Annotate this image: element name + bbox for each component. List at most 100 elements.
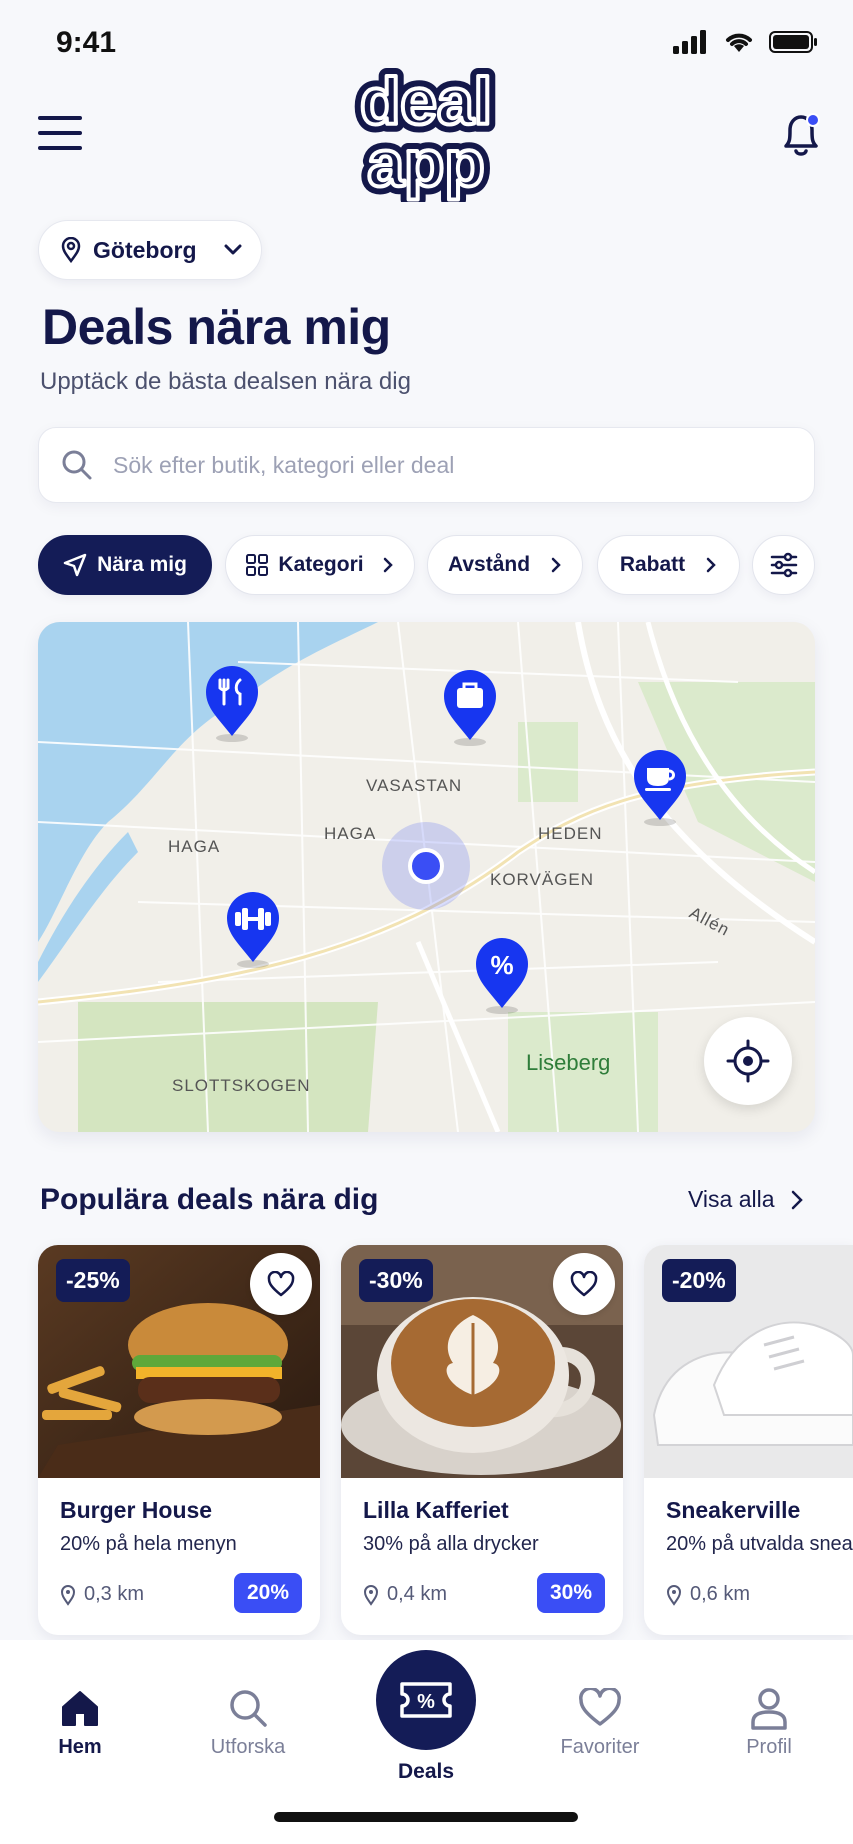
- deal-description: 20% på hela menyn: [60, 1533, 237, 1555]
- tab-profile[interactable]: Profil: [709, 1680, 829, 1759]
- page-subtitle: Upptäck de bästa dealsen nära dig: [40, 368, 411, 395]
- deal-distance: 0,3 km: [60, 1583, 144, 1606]
- locate-me-button[interactable]: [704, 1017, 792, 1105]
- location-pin-icon: [60, 1584, 76, 1606]
- signal-icon: [673, 30, 706, 54]
- discount-badge: -30%: [359, 1259, 433, 1302]
- chevron-right-icon: [551, 557, 561, 573]
- deals-map[interactable]: VASASTAN HAGA HAGA HEDEN KORVÄGEN SLOTTS…: [38, 622, 815, 1132]
- map-label-korvagen: KORVÄGEN: [490, 870, 595, 889]
- deal-description: 30% på alla drycker: [363, 1533, 539, 1555]
- home-indicator: [274, 1812, 578, 1822]
- page-title: Deals nära mig: [42, 299, 391, 355]
- deal-name: Burger House: [60, 1497, 213, 1523]
- filter-category-label: Kategori: [278, 553, 364, 576]
- map-pin-discount[interactable]: %: [472, 936, 532, 1016]
- status-icons: [673, 30, 819, 54]
- deal-distance-value: 0,4 km: [387, 1583, 448, 1605]
- tab-favorites[interactable]: Favoriter: [540, 1680, 660, 1759]
- percent-icon: %: [490, 950, 513, 980]
- discount-badge: -20%: [662, 1259, 736, 1302]
- ticket-percent-icon: %: [400, 1682, 452, 1718]
- tab-deals-label: Deals: [397, 1760, 455, 1783]
- deal-image-coffee: -30%: [341, 1245, 623, 1478]
- location-pin-icon: [666, 1584, 682, 1606]
- deal-app-logo: deal deal app app: [346, 56, 506, 208]
- tab-home-label: Hem: [58, 1736, 102, 1758]
- favorite-button[interactable]: [250, 1253, 312, 1315]
- heart-icon: [267, 1271, 295, 1297]
- map-pin-restaurant[interactable]: [202, 664, 262, 744]
- popular-deals-title: Populära deals nära dig: [40, 1183, 379, 1216]
- location-pin-icon: [61, 237, 81, 263]
- map-pin-gym[interactable]: [223, 890, 283, 970]
- svg-text:app: app: [367, 126, 484, 200]
- chevron-right-icon: [791, 1190, 803, 1209]
- deal-card[interactable]: -30% Lilla Kafferiet 30% på alla drycker…: [341, 1245, 623, 1635]
- map-label-liseberg: Liseberg: [526, 1050, 611, 1075]
- deal-name: Sneakerville: [666, 1497, 801, 1523]
- search-input[interactable]: [113, 451, 773, 479]
- tab-bar: Hem Utforska % Deals Favoriter Profil: [0, 1640, 853, 1844]
- filter-discount[interactable]: Rabatt: [597, 535, 740, 595]
- deal-card[interactable]: -25% Burger House 20% på hela menyn 0,3 …: [38, 1245, 320, 1635]
- navigation-arrow-icon: [63, 553, 87, 577]
- map-label-haga-mid: HAGA: [324, 824, 377, 843]
- search-icon: [62, 450, 92, 480]
- deal-card[interactable]: -20% Sneakerville 20% på utvalda sneaker…: [644, 1245, 853, 1635]
- see-all-link[interactable]: Visa alla: [688, 1186, 803, 1213]
- svg-text:%: %: [417, 1691, 435, 1713]
- deal-image-burger: -25%: [38, 1245, 320, 1478]
- map-label-vasastan: VASASTAN: [366, 776, 463, 795]
- filter-discount-label: Rabatt: [619, 553, 686, 576]
- deal-tag: 20%: [233, 1573, 302, 1613]
- deal-distance: 0,4 km: [363, 1583, 447, 1606]
- filter-near-me[interactable]: Nära mig: [38, 535, 212, 595]
- tab-explore[interactable]: Utforska: [188, 1680, 308, 1759]
- deal-name: Lilla Kafferiet: [363, 1497, 509, 1523]
- search-icon: [230, 1690, 267, 1727]
- deal-tag: 30%: [536, 1573, 605, 1613]
- deal-distance-value: 0,6 km: [690, 1583, 751, 1605]
- filter-distance[interactable]: Avstånd: [427, 535, 583, 595]
- menu-button[interactable]: [38, 116, 82, 152]
- discount-badge: -25%: [56, 1259, 130, 1302]
- tab-home[interactable]: Hem: [20, 1680, 140, 1759]
- location-selector[interactable]: Göteborg: [38, 220, 262, 280]
- location-pin-icon: [363, 1584, 379, 1606]
- tab-deals-button[interactable]: %: [376, 1650, 476, 1750]
- filter-settings-button[interactable]: [752, 535, 815, 595]
- heart-icon: [579, 1688, 621, 1726]
- chevron-right-icon: [383, 557, 393, 573]
- wifi-icon: [726, 33, 752, 52]
- map-label-heden: HEDEN: [538, 824, 603, 843]
- deal-distance: 0,6 km: [666, 1583, 750, 1606]
- chevron-down-icon: [224, 244, 241, 255]
- home-icon: [62, 1691, 98, 1726]
- map-label-slottsskogen: SLOTTSKOGEN: [172, 1076, 311, 1095]
- status-time: 9:41: [56, 26, 117, 59]
- deal-distance-value: 0,3 km: [84, 1583, 145, 1605]
- notifications-button[interactable]: [778, 110, 824, 160]
- heart-icon: [570, 1271, 598, 1297]
- user-icon: [751, 1688, 787, 1730]
- map-pin-coffee[interactable]: [630, 748, 690, 828]
- deal-image-sneakers: -20%: [644, 1245, 853, 1478]
- map-pin-shopping[interactable]: [440, 668, 500, 748]
- battery-icon: [769, 31, 817, 53]
- deal-description: 20% på utvalda sneakers: [666, 1533, 853, 1555]
- tab-favorites-label: Favoriter: [560, 1736, 640, 1758]
- see-all-label: Visa alla: [688, 1186, 775, 1212]
- search-bar[interactable]: [38, 427, 815, 503]
- chevron-right-icon: [706, 557, 716, 573]
- filter-category[interactable]: Kategori: [225, 535, 415, 595]
- tab-explore-label: Utforska: [210, 1736, 286, 1758]
- filter-near-me-label: Nära mig: [97, 553, 187, 576]
- favorite-button[interactable]: [553, 1253, 615, 1315]
- bell-icon: [784, 113, 820, 156]
- filter-distance-label: Avstånd: [447, 553, 531, 576]
- crosshair-icon: [726, 1039, 770, 1083]
- map-label-haga: HAGA: [168, 837, 221, 856]
- map-background: [38, 622, 815, 1132]
- tab-profile-label: Profil: [746, 1736, 792, 1758]
